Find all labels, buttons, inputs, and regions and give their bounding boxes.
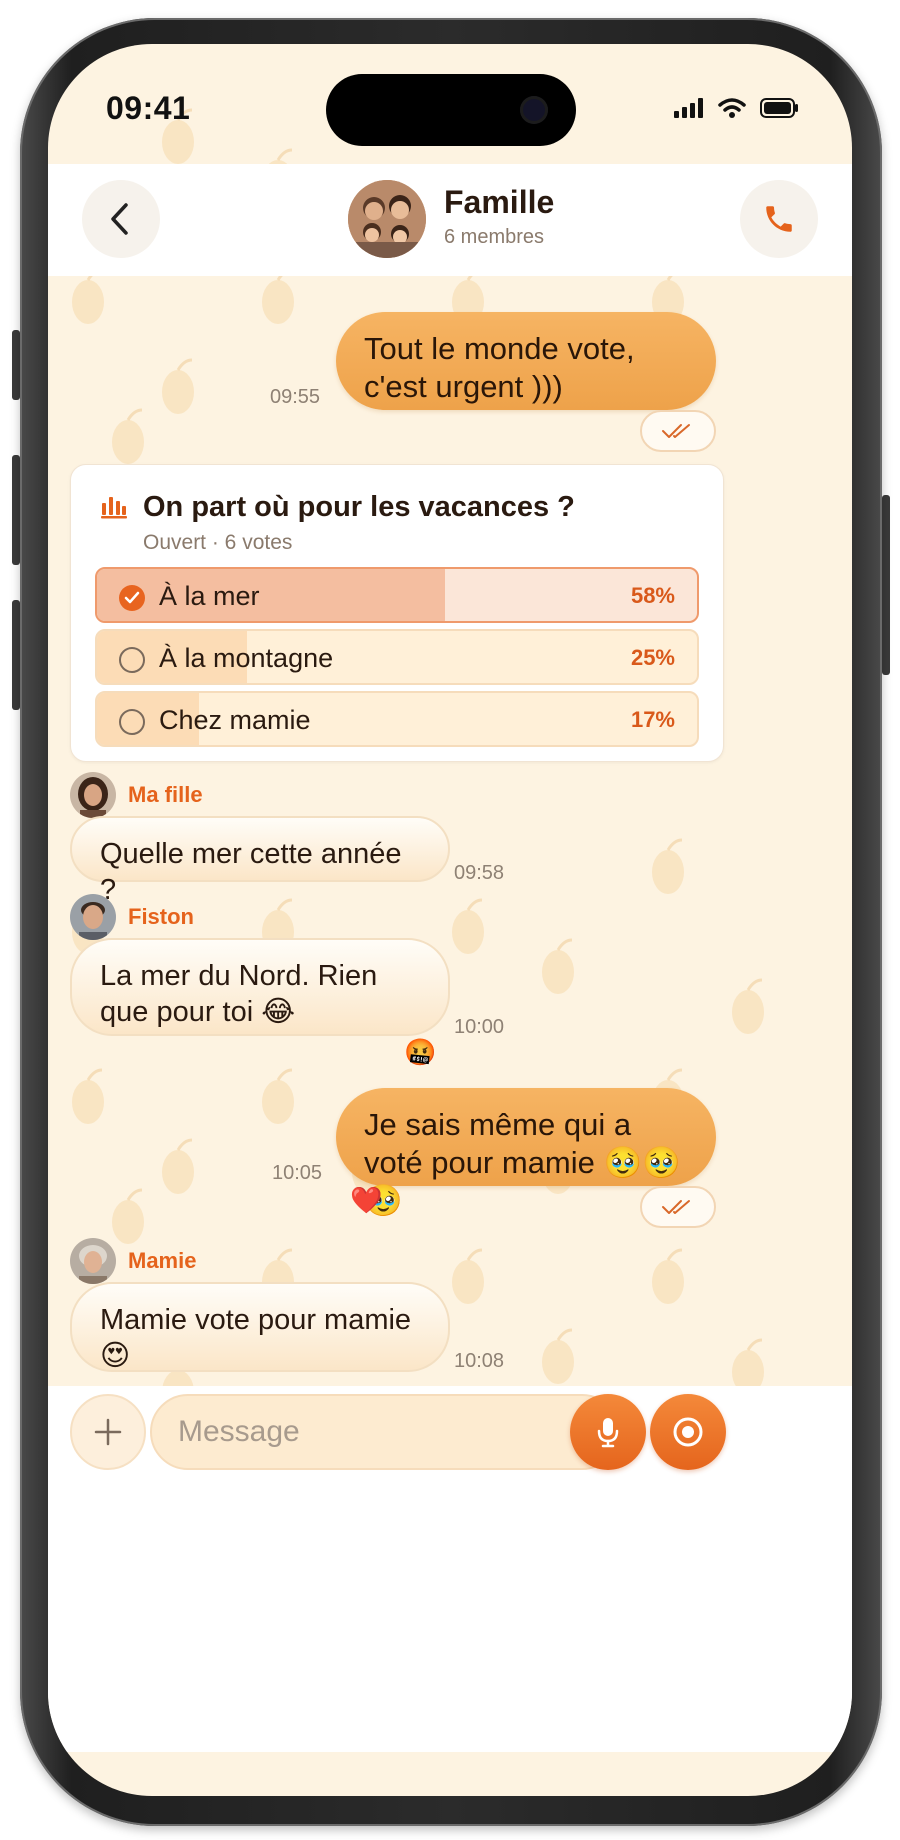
message-text: Je sais même qui a voté pour mamie 🥹🥹🥹 xyxy=(364,1107,681,1218)
poll-card: On part où pour les vacances ? Ouvert · … xyxy=(70,464,724,762)
sender-row: Ma fille xyxy=(70,772,203,818)
incoming-message-bubble[interactable]: La mer du Nord. Rien que pour toi 😂 xyxy=(70,938,450,1036)
poll-option[interactable]: À la montagne 25% xyxy=(95,629,699,685)
poll-option-percent: 25% xyxy=(630,645,675,670)
back-button[interactable] xyxy=(82,180,160,258)
family-photo-icon xyxy=(348,180,426,258)
battery-icon xyxy=(760,98,798,118)
poll-option-label: À la mer xyxy=(159,581,260,611)
sender-name: Fiston xyxy=(128,904,194,929)
record-circle-icon xyxy=(673,1417,703,1447)
wifi-icon xyxy=(718,98,746,118)
sender-row: Mamie xyxy=(70,1238,196,1284)
cellular-signal-icon xyxy=(674,98,703,118)
radio-empty-icon xyxy=(119,709,145,735)
message-time: 10:05 xyxy=(272,1162,323,1184)
volume-up-button xyxy=(12,455,20,565)
poll-option[interactable]: À la mer 58% xyxy=(95,567,699,623)
message-input[interactable] xyxy=(150,1394,620,1470)
poll-option-label: À la montagne xyxy=(159,643,334,673)
poll-option-label: Chez mamie xyxy=(159,705,311,735)
volume-down-button xyxy=(12,600,20,710)
status-time: 09:41 xyxy=(106,90,191,126)
plus-icon xyxy=(94,1418,122,1446)
status-bar: 09:41 xyxy=(48,44,852,164)
sender-row: Fiston xyxy=(70,894,194,940)
message-time: 10:08 xyxy=(454,1350,505,1372)
outgoing-message-bubble[interactable]: Je sais même qui a voté pour mamie 🥹🥹🥹 xyxy=(336,1088,716,1218)
dynamic-island xyxy=(326,74,576,146)
message-time: 09:58 xyxy=(454,862,505,884)
add-attachment-button[interactable] xyxy=(70,1394,146,1470)
double-check-icon xyxy=(662,424,690,438)
incoming-message-bubble[interactable]: Quelle mer cette année ? xyxy=(70,816,450,906)
voice-message-button[interactable] xyxy=(570,1394,646,1470)
message-composer xyxy=(48,1386,852,1752)
message-text: Tout le monde vote, c'est urgent ))) xyxy=(364,331,635,404)
man-avatar-icon xyxy=(70,894,116,940)
message-reaction[interactable]: ❤️ xyxy=(350,1186,382,1214)
sender-name: Mamie xyxy=(128,1248,197,1273)
poll-option-percent: 17% xyxy=(630,707,675,732)
phone-icon xyxy=(766,206,792,232)
message-text: Mamie vote pour mamie 😍 xyxy=(100,1304,412,1372)
poll-option-percent: 58% xyxy=(630,583,675,608)
read-receipt xyxy=(640,410,716,452)
read-receipt xyxy=(640,1186,716,1228)
message-time: 10:00 xyxy=(454,1016,505,1038)
microphone-icon xyxy=(597,1418,619,1448)
outgoing-message-bubble[interactable]: Tout le monde vote, c'est urgent ))) xyxy=(336,312,716,410)
poll-question: On part où pour les vacances ? xyxy=(143,491,575,523)
front-camera xyxy=(520,96,548,124)
chevron-left-icon xyxy=(111,203,128,235)
check-circle-icon xyxy=(119,585,145,611)
power-button xyxy=(882,495,890,675)
call-button[interactable] xyxy=(740,180,818,258)
action-button xyxy=(12,330,20,400)
double-check-icon xyxy=(662,1200,690,1214)
poll-option[interactable]: Chez mamie 17% xyxy=(95,691,699,747)
grandmother-avatar-icon xyxy=(70,1238,116,1284)
woman-avatar-icon xyxy=(70,772,116,818)
status-icons xyxy=(674,98,800,118)
avatar[interactable] xyxy=(70,1238,116,1284)
incoming-message-bubble[interactable]: Mamie vote pour mamie 😍 xyxy=(70,1282,450,1372)
message-text: La mer du Nord. Rien que pour toi 😂 xyxy=(100,960,378,1028)
group-avatar[interactable] xyxy=(348,180,426,258)
radio-empty-icon xyxy=(119,647,145,673)
avatar[interactable] xyxy=(70,894,116,940)
poll-option-fill xyxy=(97,569,445,621)
message-time: 09:55 xyxy=(270,386,321,408)
poll-chart-icon xyxy=(101,497,127,519)
chat-header: Famille 6 membres xyxy=(48,164,852,276)
sender-name: Ma fille xyxy=(128,782,203,807)
avatar[interactable] xyxy=(70,772,116,818)
member-count: 6 membres xyxy=(444,226,545,248)
video-message-button[interactable] xyxy=(650,1394,726,1470)
chat-screen: 09:41 Famille 6 membres Tout le monde vo… xyxy=(48,44,852,1796)
chat-title: Famille xyxy=(444,184,555,220)
poll-status: Ouvert · 6 votes xyxy=(143,531,293,554)
message-reaction[interactable]: 🤬 xyxy=(404,1038,436,1066)
